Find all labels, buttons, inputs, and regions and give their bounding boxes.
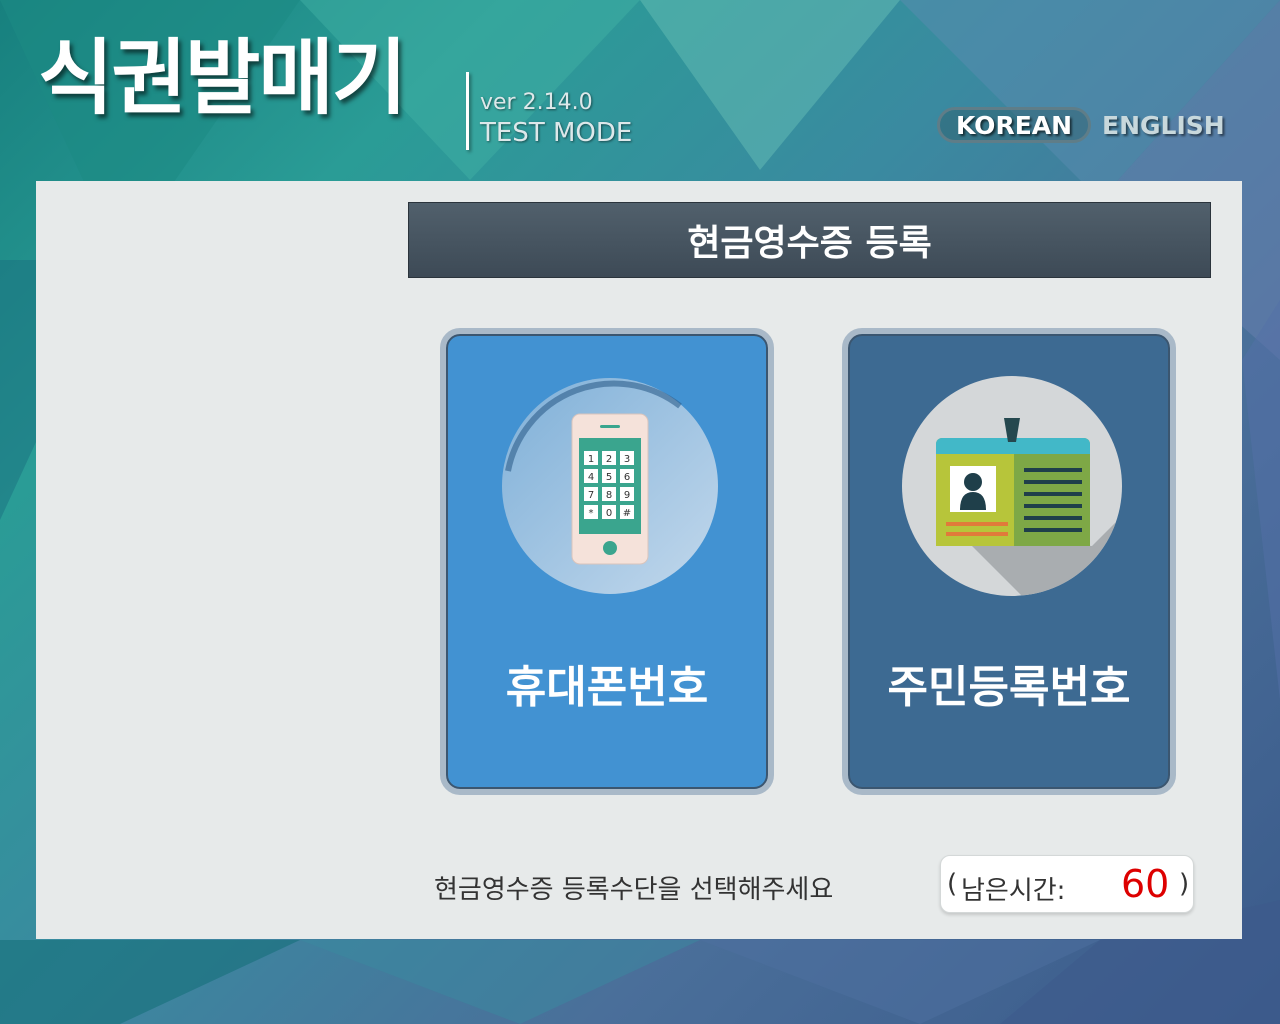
main-panel: 현금영수증 등록 1 2 3 4 5 6 7 8 9 * 0 # 휴대폰번호 주…: [36, 181, 1242, 939]
mobile-phone-icon: 1 2 3 4 5 6 7 8 9 * 0 #: [502, 378, 718, 594]
timer-close-paren: ): [1179, 869, 1190, 899]
keypad-key: 5: [606, 472, 612, 483]
instruction-text: 현금영수증 등록수단을 선택해주세요: [434, 875, 834, 905]
version-label: ver 2.14.0: [480, 90, 593, 115]
keypad-key: 1: [588, 454, 594, 465]
timer-label: 남은시간:: [961, 876, 1066, 906]
mode-label: TEST MODE: [480, 118, 633, 148]
resident-number-label: 주민등록번호: [887, 662, 1131, 713]
keypad-key: 0: [606, 508, 612, 519]
keypad-key: 9: [624, 490, 630, 501]
phone-number-label: 휴대폰번호: [505, 662, 709, 713]
keypad-key: 7: [588, 490, 594, 501]
section-header: 현금영수증 등록: [408, 202, 1211, 278]
keypad-key: 8: [606, 490, 612, 501]
app-title: 식권발매기: [38, 31, 407, 126]
timer-box: ( 남은시간: 60 ): [940, 855, 1194, 913]
keypad-key: 2: [606, 454, 612, 465]
phone-card-face: 1 2 3 4 5 6 7 8 9 * 0 # 휴대폰번호: [446, 334, 768, 789]
keypad-key: #: [623, 508, 631, 519]
language-english-button[interactable]: ENGLISH: [1102, 107, 1225, 143]
resident-number-button[interactable]: 주민등록번호: [842, 328, 1176, 795]
keypad-key: 6: [624, 472, 630, 483]
id-card-face: 주민등록번호: [848, 334, 1170, 789]
timer-open-paren: (: [947, 869, 958, 899]
timer-value: 60: [1121, 862, 1170, 906]
keypad-key: *: [589, 508, 594, 519]
id-card-icon: [902, 376, 1122, 596]
keypad-key: 4: [588, 472, 594, 483]
title-divider: [466, 72, 469, 150]
phone-number-button[interactable]: 1 2 3 4 5 6 7 8 9 * 0 # 휴대폰번호: [440, 328, 774, 795]
keypad-key: 3: [624, 454, 630, 465]
language-korean-button[interactable]: KOREAN: [937, 107, 1091, 143]
